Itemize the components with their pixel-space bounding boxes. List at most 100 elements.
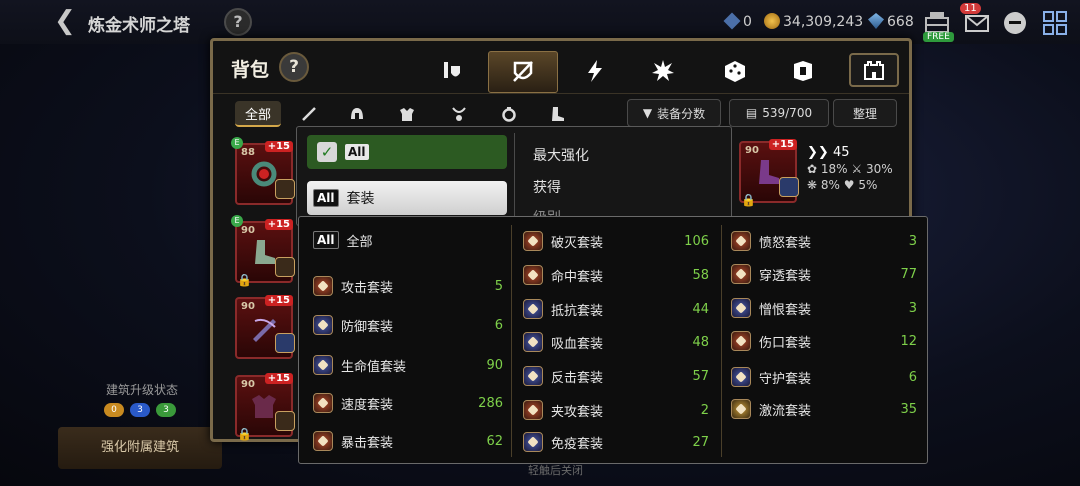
set-count: 5	[494, 278, 503, 294]
set-name: 攻击套装	[341, 280, 394, 296]
resource-gem: 0	[723, 12, 752, 30]
set-filter-item[interactable]: 守护套装 6	[731, 364, 917, 390]
defense-set-icon	[313, 315, 333, 335]
set-count: 106	[684, 233, 709, 249]
item-slot[interactable]: 90 +15	[235, 295, 295, 359]
slot-tab-armor[interactable]	[389, 101, 425, 127]
item-slot[interactable]: E 88 +15	[231, 137, 295, 205]
item-slot[interactable]: E 90 +15 🔒	[231, 215, 295, 287]
injury-set-icon	[731, 331, 751, 351]
tab-burst[interactable]	[641, 51, 685, 91]
sort-set-option[interactable]: All 套装	[307, 181, 507, 215]
set-filter-item[interactable]: 穿透套装 77	[731, 261, 917, 287]
sort-button[interactable]: ▼ 装备分数	[627, 99, 721, 127]
set-name: 破灭套装	[551, 235, 604, 251]
set-name: 憎恨套装	[759, 302, 812, 318]
tab-lightning[interactable]	[573, 51, 617, 91]
set-icon	[779, 177, 799, 197]
torrent-set-icon	[731, 399, 751, 419]
all-tag: All	[345, 144, 369, 160]
set-filter-item[interactable]: 暴击套装 62	[313, 428, 503, 454]
set-count: 3	[908, 233, 917, 249]
menu-grid-icon[interactable]	[1040, 8, 1070, 38]
set-count: 2	[700, 402, 709, 418]
attack-set-icon	[313, 276, 333, 296]
sort-option-max-enhance[interactable]: 最大强化	[533, 145, 589, 165]
free-badge: FREE	[923, 32, 954, 42]
item-slot[interactable]: 90 +15 🔒	[235, 373, 295, 441]
set-count: 3	[908, 300, 917, 316]
set-name: 伤口套装	[759, 335, 812, 351]
set-name: 愤怒套装	[759, 235, 812, 251]
arrange-button[interactable]: 整理	[833, 99, 897, 127]
gem-count: 0	[743, 14, 752, 30]
set-filter-item[interactable]: 抵抗套装 44	[523, 296, 709, 322]
slot-tab-necklace[interactable]	[441, 101, 477, 127]
filter-icon: ▼	[642, 106, 653, 120]
set-filter-item[interactable]: 愤怒套装 3	[731, 228, 917, 254]
status-dot: 0	[104, 403, 124, 417]
set-name: 反击套装	[551, 370, 604, 386]
back-arrow-icon[interactable]: ❮	[54, 8, 80, 36]
tab-weapon-shield[interactable]	[429, 51, 473, 91]
set-count: 62	[486, 433, 503, 449]
set-name: 免疫套装	[551, 436, 604, 452]
burst-icon	[652, 60, 674, 81]
sort-option-obtained[interactable]: 获得	[533, 177, 561, 197]
set-filter-item[interactable]: 激流套装 35	[731, 396, 917, 422]
set-filter-all[interactable]: All 全部	[313, 227, 503, 253]
hit-set-icon	[523, 265, 543, 285]
checkmark-icon: ✓	[317, 142, 337, 162]
set-count: 286	[478, 395, 503, 411]
rage-set-icon	[731, 231, 751, 251]
helmet-icon	[351, 108, 363, 119]
capacity-display: ▤ 539/700	[729, 99, 829, 127]
set-filter-item[interactable]: 命中套装 58	[523, 262, 709, 288]
set-icon	[275, 179, 295, 199]
set-count: 6	[494, 317, 503, 333]
set-icon	[275, 411, 295, 431]
set-filter-item[interactable]: 免疫套装 27	[523, 429, 709, 455]
set-count: 48	[692, 334, 709, 350]
set-filter-item[interactable]: 伤口套装 12	[731, 328, 917, 354]
cube-icon	[794, 61, 812, 81]
tab-divider	[213, 93, 909, 94]
help-button[interactable]: ?	[224, 8, 252, 36]
slot-tab-weapon[interactable]	[291, 101, 327, 127]
set-filter-item[interactable]: 吸血套装 48	[523, 329, 709, 355]
slot-tab-helmet[interactable]	[339, 101, 375, 127]
slot-tab-all[interactable]: 全部	[235, 101, 281, 127]
resource-crystal: 668	[868, 13, 914, 30]
tab-armor[interactable]	[488, 51, 558, 93]
column-divider	[511, 225, 512, 457]
bag-icon: ▤	[745, 106, 758, 120]
tab-dice[interactable]	[713, 51, 757, 91]
slot-tab-boots[interactable]	[539, 101, 575, 127]
inventory-help-button[interactable]: ?	[279, 52, 309, 82]
main-stat: 45	[832, 145, 850, 160]
sword-icon	[302, 107, 316, 121]
item-slot[interactable]: 90 +15 🔒	[739, 139, 799, 207]
set-count: 77	[900, 266, 917, 282]
tab-castle[interactable]	[849, 53, 899, 87]
column-divider	[721, 225, 722, 457]
set-name: 穿透套装	[759, 268, 812, 284]
set-filter-item[interactable]: 生命值套装 90	[313, 352, 503, 378]
chat-icon[interactable]	[1000, 8, 1030, 38]
immunity-set-icon	[523, 432, 543, 452]
set-filter-item[interactable]: 反击套装 57	[523, 363, 709, 389]
strengthen-building-button[interactable]: 强化附属建筑	[58, 427, 222, 469]
necklace-icon	[452, 107, 466, 121]
set-filter-item[interactable]: 破灭套装 106	[523, 228, 709, 254]
ring-icon	[502, 107, 516, 122]
set-filter-item[interactable]: 夹攻套装 2	[523, 397, 709, 423]
set-count: 35	[900, 401, 917, 417]
set-filter-item[interactable]: 攻击套装 5	[313, 273, 503, 299]
set-filter-item[interactable]: 憎恨套装 3	[731, 295, 917, 321]
set-filter-item[interactable]: 速度套装 286	[313, 390, 503, 416]
set-filter-item[interactable]: 防御套装 6	[313, 312, 503, 338]
inventory-title: 背包	[231, 59, 270, 81]
slot-tab-ring[interactable]	[491, 101, 527, 127]
sort-all-option[interactable]: ✓ All	[307, 135, 507, 169]
tab-cube[interactable]	[781, 51, 825, 91]
